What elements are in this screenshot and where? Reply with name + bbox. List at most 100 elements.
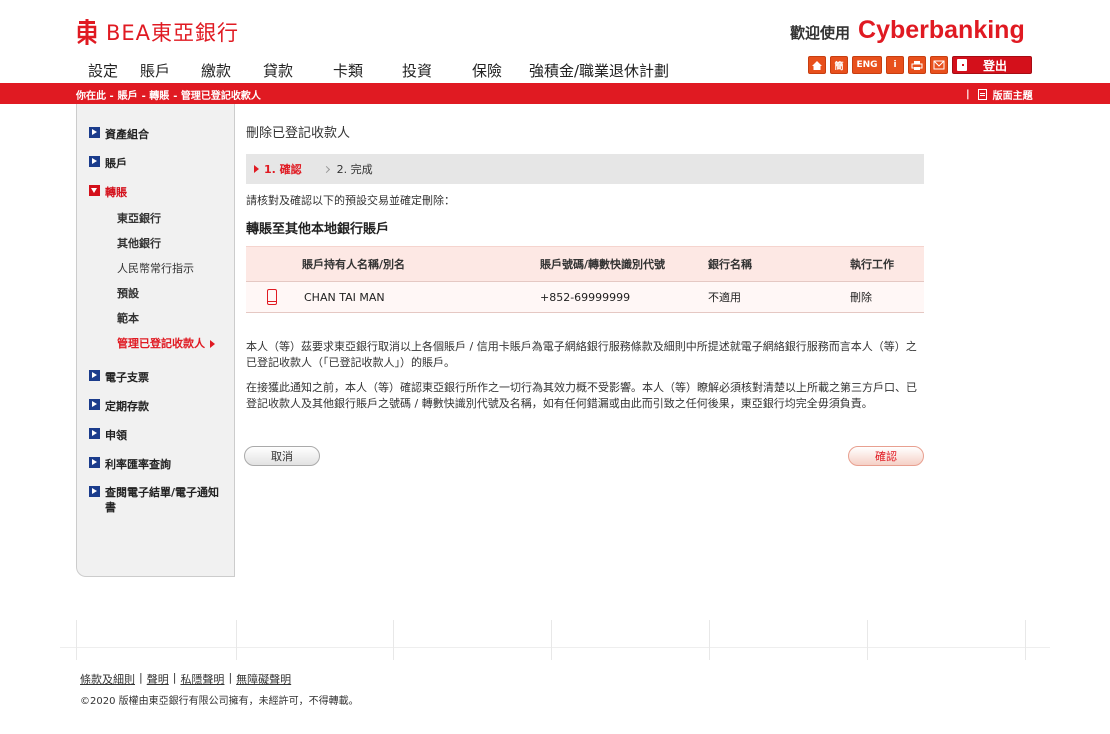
footer-separator: | [228, 671, 233, 684]
footer-divider [60, 647, 1050, 648]
confirm-button[interactable]: 確認 [848, 446, 924, 466]
arrow-right-icon [89, 156, 100, 167]
decor-line [709, 620, 710, 660]
step-confirm: 1. 確認 [254, 161, 302, 177]
sidebar-sub-other-banks[interactable]: 其他銀行 [117, 235, 161, 251]
sidebar-item-apply[interactable]: 申領 [89, 427, 127, 443]
sidebar-item-estatements[interactable]: 查閱電子結單/電子通知書 [89, 485, 224, 515]
sidebar-sub-bea[interactable]: 東亞銀行 [117, 210, 161, 226]
toolbar: 簡 ENG i 登出 [808, 56, 1036, 74]
breadcrumb-transfer[interactable]: - 轉賬 [142, 87, 170, 102]
sidebar-item-echeque[interactable]: 電子支票 [89, 369, 149, 385]
sidebar-item-transfer[interactable]: 轉賬 [89, 184, 127, 200]
breadcrumb-accounts[interactable]: 賬戶 [118, 87, 138, 102]
theme-separator: | [966, 89, 970, 100]
cancel-button[interactable]: 取消 [244, 446, 320, 466]
sidebar-sub-templates[interactable]: 範本 [117, 310, 139, 326]
sidebar-sub-presets[interactable]: 預設 [117, 285, 139, 301]
step-confirm-label: 1. 確認 [264, 163, 302, 176]
accessibility-link[interactable]: 無障礙聲明 [236, 671, 291, 687]
decor-line [393, 620, 394, 660]
section-title: 轉賬至其他本地銀行賬戶 [246, 222, 390, 237]
instruction-text: 請核對及確認以下的預設交易並確定刪除： [246, 194, 455, 207]
info-icon[interactable]: i [886, 56, 904, 74]
footer-links: 條款及細則 | 聲明 | 私隱聲明 | 無障礙聲明 [80, 671, 291, 687]
nav-accounts[interactable]: 賬戶 [140, 60, 201, 81]
terms-paragraph-2: 在接獲此通知之前，本人（等）確認東亞銀行所作之一切行為其效力概不受影響。本人（等… [246, 381, 917, 410]
nav-investments[interactable]: 投資 [402, 60, 472, 81]
step-indicator: 1. 確認 2. 完成 [246, 154, 924, 184]
english-button[interactable]: ENG [852, 56, 882, 74]
sidebar-item-rates[interactable]: 利率匯率查詢 [89, 456, 171, 472]
bea-emblem-icon [77, 19, 97, 45]
home-icon[interactable] [808, 56, 826, 74]
nav-loans[interactable]: 貸款 [263, 60, 333, 81]
step-complete-label: 2. 完成 [336, 163, 373, 176]
payee-table: 賬戶持有人名稱/別名 賬戶號碼/轉數快識別代號 銀行名稱 執行工作 CHAN T… [246, 246, 924, 313]
footer-separator: | [139, 671, 143, 684]
payee-name: CHAN TAI MAN [304, 290, 385, 304]
welcome-prefix: 歡迎使用 [790, 24, 851, 42]
mobile-phone-icon [267, 289, 277, 305]
nav-cards[interactable]: 卡類 [333, 60, 402, 81]
copyright: ©2020 版權由東亞銀行有限公司擁有，未經許可，不得轉載。 [80, 696, 359, 707]
decor-line [76, 620, 77, 660]
nav-payments[interactable]: 繳款 [201, 60, 263, 81]
arrow-right-icon [254, 165, 259, 173]
sidebar-item-label: 查閱電子結單/電子通知書 [105, 486, 220, 514]
sidebar-item-label: 電子支票 [105, 371, 149, 384]
arrow-right-icon [89, 127, 100, 138]
payee-action: 刪除 [850, 291, 872, 304]
nav-settings[interactable]: 設定 [88, 60, 140, 81]
bea-logo[interactable]: BEA東亞銀行 [76, 17, 239, 47]
payee-account: +852-69999999 [540, 290, 631, 304]
arrow-right-icon [89, 486, 100, 497]
sidebar-sub-manage-payees[interactable]: 管理已登記收款人 [117, 335, 215, 351]
step-complete: 2. 完成 [322, 161, 373, 177]
footer-separator: | [172, 671, 177, 684]
col-action: 執行工作 [850, 258, 894, 271]
cyberbanking-brand: Cyberbanking [858, 16, 1025, 44]
decor-line [551, 620, 552, 660]
top-navigation: 設定 賬戶 繳款 貸款 卡類 投資 保險 強積金/職業退休計劃 [88, 60, 669, 81]
page-title: 刪除已登記收款人 [246, 126, 351, 141]
arrow-right-icon [89, 457, 100, 468]
terms-link[interactable]: 條款及細則 [80, 671, 135, 687]
header: BEA東亞銀行 歡迎使用 Cyberbanking 設定 賬戶 繳款 貸款 卡類… [0, 0, 1110, 83]
privacy-link[interactable]: 私隱聲明 [180, 671, 224, 687]
chevron-right-icon [322, 165, 330, 173]
sidebar-sub-label: 管理已登記收款人 [117, 337, 205, 350]
sidebar-item-label: 賬戶 [105, 157, 127, 170]
arrow-down-icon [89, 185, 100, 196]
theme-selector[interactable]: | 版面主題 [966, 87, 1033, 102]
print-icon[interactable] [908, 56, 926, 74]
breadcrumb-bar: 你在此 - 賬戶 - 轉賬 - 管理已登記收款人 | 版面主題 [0, 83, 1110, 104]
sidebar-sub-rmb-standing[interactable]: 人民幣常行指示 [117, 260, 194, 276]
decor-line [1025, 620, 1026, 660]
sidebar: 資產組合 賬戶 轉賬 東亞銀行 其他銀行 人民幣常行指示 預設 範本 管理已登記… [76, 104, 235, 577]
table-header: 賬戶持有人名稱/別名 賬戶號碼/轉數快識別代號 銀行名稱 執行工作 [246, 246, 924, 281]
sidebar-item-label: 定期存款 [105, 400, 149, 413]
col-bank-name: 銀行名稱 [708, 258, 752, 271]
sidebar-item-label: 資產組合 [105, 128, 149, 141]
breadcrumb: 你在此 - 賬戶 - 轉賬 - 管理已登記收款人 [76, 87, 265, 102]
decor-line [867, 620, 868, 660]
terms-paragraph-1: 本人（等）茲要求東亞銀行取消以上各個賬戶 / 信用卡賬戶為電子網絡銀行服務條款及… [246, 340, 917, 369]
sidebar-item-portfolio[interactable]: 資產組合 [89, 126, 149, 142]
breadcrumb-current: - 管理已登記收款人 [173, 91, 261, 102]
disclaimer-link[interactable]: 聲明 [147, 671, 169, 687]
nav-mpf[interactable]: 強積金/職業退休計劃 [529, 60, 669, 81]
breadcrumb-prefix: 你在此 - [76, 91, 114, 102]
simplified-chinese-button[interactable]: 簡 [830, 56, 848, 74]
table-row: CHAN TAI MAN +852-69999999 不適用 刪除 [246, 281, 924, 313]
decor-line [236, 620, 237, 660]
logo-text: BEA東亞銀行 [106, 21, 240, 45]
mail-icon[interactable] [930, 56, 948, 74]
door-icon [957, 59, 967, 71]
sidebar-item-time-deposit[interactable]: 定期存款 [89, 398, 149, 414]
sidebar-item-accounts[interactable]: 賬戶 [89, 155, 127, 171]
col-holder-name: 賬戶持有人名稱/別名 [302, 258, 406, 271]
logout-button[interactable]: 登出 [952, 56, 1032, 74]
arrow-right-icon [89, 370, 100, 381]
nav-insurance[interactable]: 保險 [472, 60, 529, 81]
